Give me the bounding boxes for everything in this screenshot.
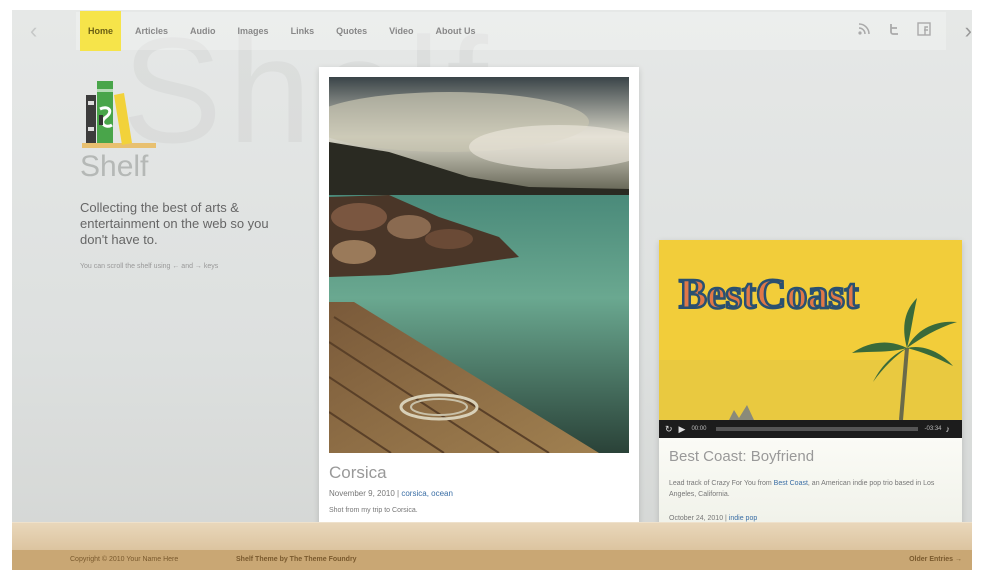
- post-meta: October 24, 2010 | indie pop: [669, 515, 758, 522]
- twitter-icon[interactable]: [886, 22, 902, 38]
- post-meta: November 9, 2010 | corsica, ocean: [329, 489, 453, 498]
- site-title[interactable]: Shelf: [80, 150, 148, 184]
- play-icon[interactable]: ▶: [679, 424, 686, 435]
- keyboard-hint: You can scroll the shelf using ← and → k…: [80, 263, 219, 270]
- next-arrow-icon[interactable]: ›: [965, 18, 972, 44]
- post-title[interactable]: Corsica: [329, 463, 387, 483]
- post-date: November 9, 2010: [329, 489, 395, 498]
- prev-arrow-icon[interactable]: ‹: [30, 18, 37, 44]
- post-tags-link[interactable]: corsica, ocean: [401, 489, 453, 498]
- shelf-logo-icon[interactable]: [80, 75, 160, 150]
- wooden-shelf: [12, 522, 972, 550]
- nav-item-about[interactable]: About Us: [435, 12, 475, 50]
- social-icons: [856, 22, 932, 38]
- facebook-icon[interactable]: [916, 22, 932, 38]
- nav-item-articles[interactable]: Articles: [135, 12, 168, 50]
- volume-icon[interactable]: ♪: [946, 424, 951, 434]
- cover-lettering: BestCoast: [679, 272, 859, 318]
- copyright-text: Copyright © 2010 Your Name Here: [70, 556, 179, 563]
- nav-item-images[interactable]: Images: [238, 12, 269, 50]
- replay-icon[interactable]: ↻: [665, 424, 673, 435]
- nav-item-links[interactable]: Links: [291, 12, 315, 50]
- rss-icon[interactable]: [856, 22, 872, 38]
- site-tagline: Collecting the best of arts & entertainm…: [80, 200, 269, 247]
- post-title[interactable]: Best Coast: Boyfriend: [669, 448, 814, 465]
- top-nav: Home Articles Audio Images Links Quotes …: [76, 11, 946, 51]
- nav-items: Home Articles Audio Images Links Quotes …: [80, 11, 497, 51]
- page-frame: Shelf ‹ › Home Articles Audio Images Lin…: [12, 10, 972, 570]
- post-tags-link[interactable]: indie pop: [729, 515, 757, 522]
- post-description: Shot from my trip to Corsica.: [329, 507, 418, 514]
- desc-text: Lead track of Crazy For You from: [669, 480, 774, 487]
- nav-item-video[interactable]: Video: [389, 12, 413, 50]
- post-description: Lead track of Crazy For You from Best Co…: [669, 478, 949, 500]
- corsica-photo[interactable]: [329, 77, 629, 453]
- elapsed-time: 00:00: [691, 426, 707, 432]
- post-card-best-coast[interactable]: BestCoast ↻ ▶ 00:00 -03:34 ♪ Best Coast:…: [659, 240, 962, 542]
- remaining-time: -03:34: [924, 426, 942, 432]
- best-coast-cover: BestCoast: [659, 240, 962, 420]
- artist-link[interactable]: Best Coast: [774, 480, 808, 487]
- post-date: October 24, 2010: [669, 515, 724, 522]
- nav-item-audio[interactable]: Audio: [190, 12, 216, 50]
- theme-credit-link[interactable]: Shelf Theme by The Theme Foundry: [236, 550, 357, 570]
- older-entries-link[interactable]: Older Entries →: [909, 550, 962, 570]
- post-card-corsica[interactable]: Corsica November 9, 2010 | corsica, ocea…: [319, 67, 639, 540]
- nav-item-quotes[interactable]: Quotes: [336, 12, 367, 50]
- nav-item-home[interactable]: Home: [80, 11, 122, 51]
- audio-player: ↻ ▶ 00:00 -03:34 ♪: [659, 420, 962, 438]
- progress-bar[interactable]: [716, 427, 919, 431]
- footer: Copyright © 2010 Your Name Here Shelf Th…: [12, 550, 972, 570]
